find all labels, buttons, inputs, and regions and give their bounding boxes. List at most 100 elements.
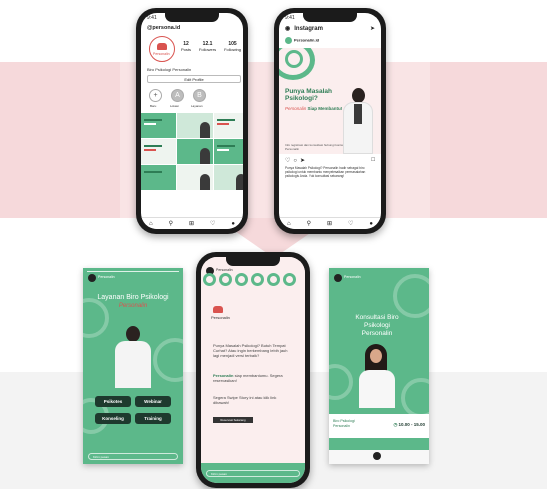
person-figure <box>115 326 151 388</box>
post-thumbnail[interactable] <box>213 139 243 164</box>
phone-notch <box>226 257 280 266</box>
phone-notch <box>165 13 219 22</box>
service-training[interactable]: Training <box>135 413 171 424</box>
highlight-label: Baru <box>150 104 157 108</box>
highlight-b[interactable]: B <box>193 89 206 102</box>
phone-post: 9:41 ◉ Instagram ➤ Personalin.id Punya Ma… <box>274 8 386 234</box>
hours-label: Biro Psikologi Personalin <box>333 419 355 428</box>
bottom-tab-bar: ⌂ ⚲ ⊞ ♡ ● <box>279 217 381 229</box>
camera-icon[interactable] <box>373 452 381 460</box>
post-thumbnail[interactable] <box>141 113 177 138</box>
post-grid <box>141 113 243 190</box>
service-psikotes[interactable]: Psikotes <box>95 396 131 407</box>
highlight-new[interactable]: + <box>149 89 162 102</box>
post-actions: ♡○➤ <box>285 157 308 164</box>
story-username: Personalin <box>216 268 233 272</box>
avatar-logo-text: Personalin <box>153 52 170 56</box>
showcase-stage: 9:41 @persona.id Personalin 12 Posts 12.1… <box>0 0 547 489</box>
pattern-shape <box>203 273 216 286</box>
profile-stats: 12 Posts 12.1 Followers 105 Following <box>181 41 241 52</box>
add-icon[interactable]: ⊞ <box>327 220 332 227</box>
story-username: Personalin <box>98 275 115 279</box>
story-footer <box>329 450 429 464</box>
story-paragraph: Personalin siap membantumu. Segera reser… <box>213 373 283 384</box>
camera-icon[interactable]: ◉ <box>285 26 290 32</box>
story-screen: Personalin Personalin Punya Masalah Psik… <box>201 257 305 483</box>
pattern-shape <box>153 338 183 382</box>
heart-icon[interactable]: ♡ <box>210 220 215 227</box>
story-brand: Personalin <box>118 303 148 309</box>
phone-story-center: Personalin Personalin Punya Masalah Psik… <box>196 252 310 488</box>
home-icon[interactable]: ⌂ <box>287 221 291 227</box>
brand-logo-icon <box>157 43 167 50</box>
search-icon[interactable]: ⚲ <box>307 220 311 227</box>
reservation-button[interactable]: Reservasi Sekarang <box>213 417 253 423</box>
app-header: ◉ Instagram <box>285 25 323 32</box>
profile-username: @persona.id <box>147 25 181 31</box>
send-icon[interactable]: ➤ <box>370 25 375 32</box>
story-title: Layanan Biro Psikologi <box>97 294 169 301</box>
post-thumbnail[interactable] <box>141 165 177 190</box>
story-paragraph: Punya Masalah Psikologi? Butuh Tempat Cu… <box>213 343 288 359</box>
profile-icon[interactable]: ● <box>231 221 235 227</box>
post-thumbnail[interactable] <box>177 165 213 190</box>
post-screen: 9:41 ◉ Instagram ➤ Personalin.id Punya Ma… <box>279 13 381 229</box>
post-thumbnail[interactable] <box>213 165 243 190</box>
pattern-shape <box>267 273 280 286</box>
stat-followers[interactable]: 12.1 Followers <box>199 41 216 52</box>
pattern-shape <box>285 50 303 68</box>
post-thumbnail[interactable] <box>141 139 177 164</box>
post-author[interactable]: Personalin.id <box>285 37 319 44</box>
edit-profile-button[interactable]: Edit Profile <box>147 75 241 83</box>
green-footer: Kirim pesan <box>201 463 305 483</box>
story-title: Konsultasi Biro Psikologi Personalin <box>355 314 399 337</box>
opening-hours: 10.00 - 15.00 <box>394 422 425 428</box>
person-figure <box>359 344 395 408</box>
post-thumbnail[interactable] <box>177 139 213 164</box>
story-avatar[interactable] <box>334 274 342 282</box>
highlight-label: Layanan <box>191 104 203 108</box>
bookmark-icon[interactable]: □ <box>371 157 375 163</box>
heart-icon[interactable]: ♡ <box>348 220 353 227</box>
status-time: 9:41 <box>285 15 295 21</box>
pattern-shape <box>393 274 429 318</box>
post-subline: Personalin Siap Membantu! <box>285 106 343 111</box>
share-icon[interactable]: ➤ <box>300 158 308 164</box>
story-username: Personalin <box>344 275 361 279</box>
pattern-shape <box>219 273 232 286</box>
home-icon[interactable]: ⌂ <box>149 221 153 227</box>
highlight-label: Lokasi <box>170 104 179 108</box>
author-avatar <box>285 37 292 44</box>
person-figure <box>343 88 373 154</box>
profile-bio: Biro Psikologi Personalin <box>147 67 192 72</box>
highlight-a[interactable]: A <box>171 89 184 102</box>
profile-screen: 9:41 @persona.id Personalin 12 Posts 12.1… <box>141 13 243 229</box>
hours-bar: Biro Psikologi Personalin 10.00 - 15.00 <box>329 414 429 438</box>
story-paragraph: Segera Swipe Story ini atau klik link di… <box>213 395 277 406</box>
story-reply-field[interactable]: Kirim pesan <box>206 470 300 477</box>
phone-notch <box>303 13 357 22</box>
pattern-shape <box>283 273 296 286</box>
post-image[interactable]: Punya Masalah Psikologi? Personalin Siap… <box>279 48 381 154</box>
add-icon[interactable]: ⊞ <box>189 220 194 227</box>
profile-icon[interactable]: ● <box>369 221 373 227</box>
pattern-shape <box>329 364 353 400</box>
pattern-shape <box>235 273 248 286</box>
story-services: Personalin Layanan Biro Psikologi Person… <box>83 268 183 464</box>
service-webinar[interactable]: Webinar <box>135 396 171 407</box>
phone-profile: 9:41 @persona.id Personalin 12 Posts 12.1… <box>136 8 248 234</box>
stat-posts[interactable]: 12 Posts <box>181 41 191 52</box>
stat-following[interactable]: 105 Following <box>224 41 241 52</box>
story-avatar[interactable] <box>88 274 96 282</box>
service-konseling[interactable]: Konseling <box>95 413 131 424</box>
story-progress <box>87 271 179 272</box>
profile-avatar[interactable]: Personalin <box>149 36 175 62</box>
story-reply-field[interactable]: Kirim pesan <box>88 453 178 460</box>
post-caption: Punya Masalah Psikologi? Personalin hadi… <box>285 166 366 179</box>
story-logo-text: Personalin <box>211 315 230 320</box>
search-icon[interactable]: ⚲ <box>169 220 173 227</box>
post-thumbnail[interactable] <box>177 113 213 138</box>
post-small-text: Info registrasi dan konsultasi hubungi k… <box>285 143 345 151</box>
post-thumbnail[interactable] <box>213 113 243 138</box>
post-headline: Punya Masalah Psikologi? <box>285 88 332 102</box>
